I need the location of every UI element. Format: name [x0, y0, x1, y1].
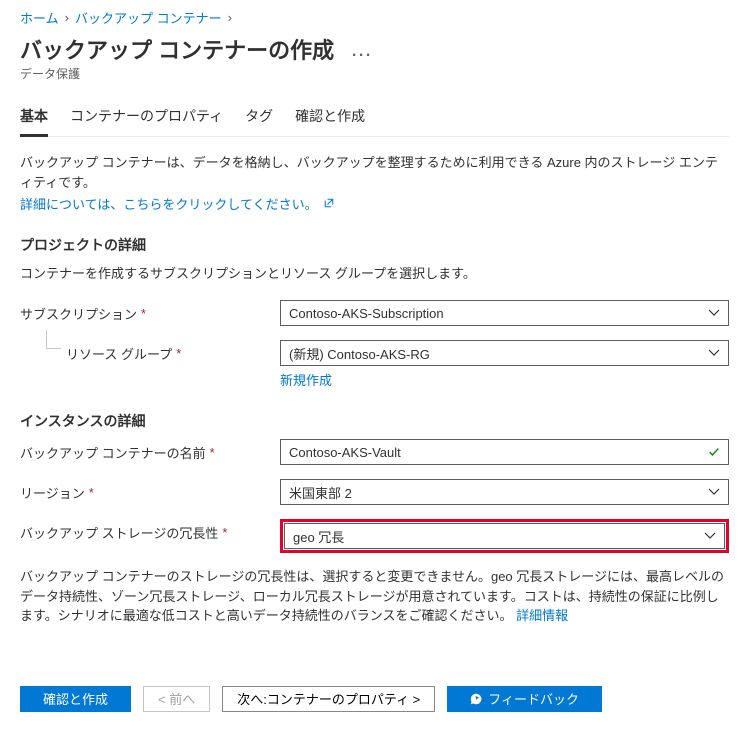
row-subscription: サブスクリプション * Contoso-AKS-Subscription: [20, 300, 729, 326]
label-redundancy: バックアップ ストレージの冗長性 *: [20, 519, 280, 542]
feedback-button-label: フィードバック: [488, 689, 579, 708]
label-subscription: サブスクリプション *: [20, 300, 280, 323]
review-create-button[interactable]: 確認と作成: [20, 686, 131, 712]
row-region: リージョン * 米国東部 2: [20, 479, 729, 505]
resource-group-select[interactable]: (新規) Contoso-AKS-RG: [280, 340, 729, 366]
required-asterisk: *: [176, 346, 181, 361]
page-title: バックアップ コンテナーの作成 …: [20, 33, 729, 65]
project-heading: プロジェクトの詳細: [20, 235, 729, 255]
tab-tags[interactable]: タグ: [245, 100, 273, 137]
label-vault-name: バックアップ コンテナーの名前 *: [20, 439, 280, 462]
footer-bar: 確認と作成 < 前へ 次へ:コンテナーのプロパティ > フィードバック: [20, 676, 729, 712]
label-region-text: リージョン: [20, 483, 85, 502]
tabs: 基本 コンテナーのプロパティ タグ 確認と作成: [20, 100, 729, 137]
chevron-right-icon: ›: [65, 10, 69, 25]
intro-description: バックアップ コンテナーは、データを格納し、バックアップを整理するために利用でき…: [20, 153, 729, 192]
next-button[interactable]: 次へ:コンテナーのプロパティ >: [222, 686, 435, 712]
chevron-down-icon: [708, 347, 720, 359]
redundancy-highlight: geo 冗長: [280, 519, 729, 553]
breadcrumb-container[interactable]: バックアップ コンテナー: [75, 8, 222, 27]
required-asterisk: *: [210, 445, 215, 460]
more-actions-icon[interactable]: …: [350, 36, 374, 62]
breadcrumb-home[interactable]: ホーム: [20, 8, 59, 27]
previous-button: < 前へ: [143, 686, 210, 712]
tab-basic[interactable]: 基本: [20, 100, 48, 137]
redundancy-select[interactable]: geo 冗長: [284, 523, 725, 549]
label-subscription-text: サブスクリプション: [20, 304, 137, 323]
intro-more-link[interactable]: 詳細については、こちらをクリックしてください。: [20, 197, 335, 212]
region-select[interactable]: 米国東部 2: [280, 479, 729, 505]
subscription-value: Contoso-AKS-Subscription: [289, 306, 444, 321]
breadcrumb: ホーム › バックアップ コンテナー ›: [20, 8, 729, 27]
row-redundancy: バックアップ ストレージの冗長性 * geo 冗長: [20, 519, 729, 553]
feedback-button[interactable]: フィードバック: [447, 686, 602, 712]
page-title-text: バックアップ コンテナーの作成: [20, 33, 334, 65]
footer-description: バックアップ コンテナーのストレージの冗長性は、選択すると変更できません。geo…: [20, 567, 729, 626]
footer-desc-text: バックアップ コンテナーのストレージの冗長性は、選択すると変更できません。geo…: [20, 569, 724, 623]
feedback-icon: [470, 693, 482, 705]
label-region: リージョン *: [20, 479, 280, 502]
chevron-right-icon: ›: [228, 10, 232, 25]
external-link-icon: [323, 200, 335, 212]
row-resource-group: リソース グループ * (新規) Contoso-AKS-RG 新規作成: [20, 340, 729, 389]
vault-name-input[interactable]: Contoso-AKS-Vault: [280, 439, 729, 465]
chevron-down-icon: [708, 486, 720, 498]
page-subtitle: データ保護: [20, 65, 729, 82]
tab-properties[interactable]: コンテナーのプロパティ: [70, 100, 223, 137]
vault-name-value: Contoso-AKS-Vault: [289, 445, 401, 460]
label-redundancy-text: バックアップ ストレージの冗長性: [20, 523, 218, 542]
instance-heading: インスタンスの詳細: [20, 411, 729, 431]
chevron-down-icon: [704, 530, 716, 542]
create-new-rg-link[interactable]: 新規作成: [280, 370, 332, 389]
tab-review[interactable]: 確認と作成: [295, 100, 365, 137]
redundancy-value: geo 冗長: [293, 527, 344, 546]
chevron-down-icon: [708, 307, 720, 319]
label-resource-group-text: リソース グループ: [66, 344, 172, 363]
footer-more-info-link[interactable]: 詳細情報: [516, 608, 568, 623]
required-asterisk: *: [222, 525, 227, 540]
required-asterisk: *: [89, 485, 94, 500]
label-vault-name-text: バックアップ コンテナーの名前: [20, 443, 206, 462]
project-sub: コンテナーを作成するサブスクリプションとリソース グループを選択します。: [20, 263, 729, 282]
label-resource-group: リソース グループ *: [20, 340, 280, 363]
region-value: 米国東部 2: [289, 483, 352, 502]
intro-more-link-text: 詳細については、こちらをクリックしてください。: [20, 197, 318, 212]
resource-group-value: (新規) Contoso-AKS-RG: [289, 344, 430, 363]
row-vault-name: バックアップ コンテナーの名前 * Contoso-AKS-Vault: [20, 439, 729, 465]
required-asterisk: *: [141, 306, 146, 321]
check-icon: [708, 446, 720, 458]
subscription-select[interactable]: Contoso-AKS-Subscription: [280, 300, 729, 326]
